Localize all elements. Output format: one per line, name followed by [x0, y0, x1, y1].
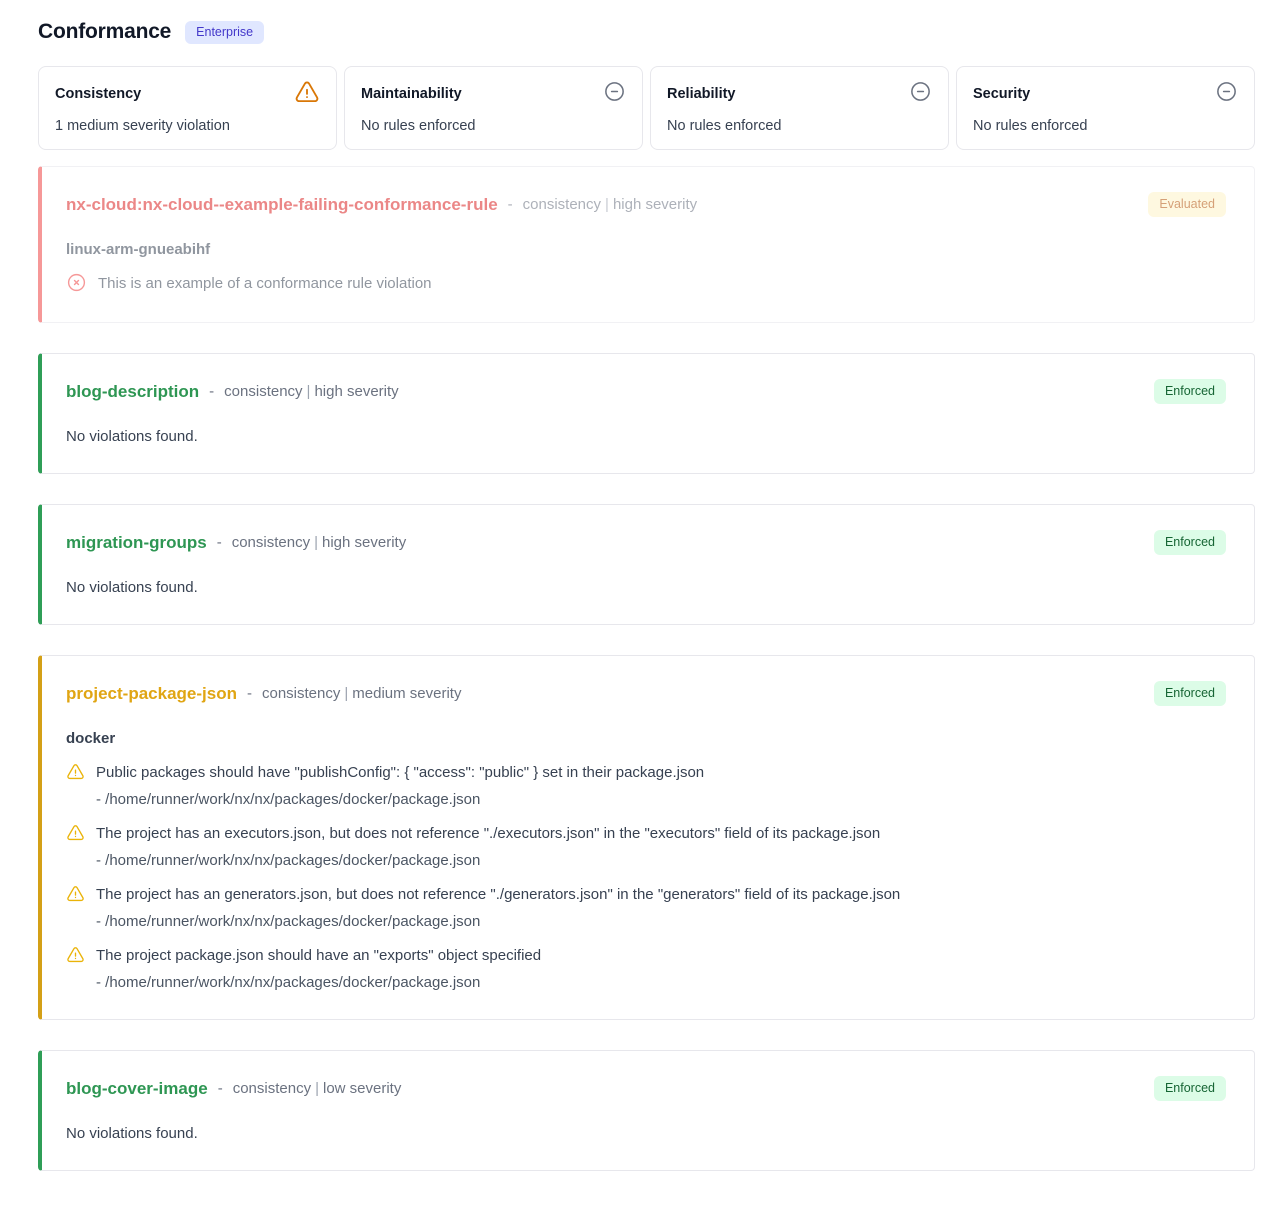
evaluated-badge: Evaluated	[1148, 192, 1226, 217]
rule-category: consistency	[262, 685, 340, 702]
rule-severity: medium severity	[352, 685, 461, 702]
enterprise-badge: Enterprise	[185, 21, 264, 44]
violation-line: The project package.json should have an …	[66, 945, 1226, 966]
violation-line: The project has an generators.json, but …	[66, 884, 1226, 905]
warning-triangle-icon	[294, 80, 320, 106]
rule-name-link[interactable]: blog-description	[66, 382, 199, 402]
violation-path: - /home/runner/work/nx/nx/packages/docke…	[96, 852, 1226, 869]
violation-path: - /home/runner/work/nx/nx/packages/docke…	[96, 913, 1226, 930]
summary-card-status: No rules enforced	[667, 118, 932, 134]
violation-line: Public packages should have "publishConf…	[66, 762, 1226, 783]
rule-pipe: |	[340, 685, 352, 702]
summary-card-status: 1 medium severity violation	[55, 118, 320, 134]
warning-triangle-icon	[66, 763, 85, 782]
enforced-badge: Enforced	[1154, 681, 1226, 706]
summary-card-head: Security	[973, 80, 1238, 103]
summary-card-title: Maintainability	[361, 80, 462, 102]
rule-name-link[interactable]: blog-cover-image	[66, 1079, 208, 1099]
summary-grid: Consistency 1 medium severity violation …	[38, 66, 1255, 150]
rule-pipe: |	[310, 534, 322, 551]
rule-card-project-package-json: project-package-json - consistency|mediu…	[38, 655, 1255, 1020]
warning-triangle-icon	[66, 946, 85, 965]
rule-category: consistency	[224, 383, 302, 400]
rule-card-blog-description: blog-description - consistency|high seve…	[38, 353, 1255, 474]
rule-meta: consistency|high severity	[523, 196, 698, 213]
rule-head: migration-groups - consistency|high seve…	[66, 530, 1226, 555]
rule-separator: -	[508, 196, 513, 213]
rule-meta: consistency|low severity	[233, 1080, 402, 1097]
summary-card-title: Reliability	[667, 80, 736, 102]
rule-separator: -	[218, 1080, 223, 1097]
violation-line: This is an example of a conformance rule…	[66, 273, 1226, 294]
rule-head: project-package-json - consistency|mediu…	[66, 681, 1226, 706]
rule-body: No violations found.	[66, 428, 1226, 445]
violation-message: The project package.json should have an …	[96, 945, 541, 966]
minus-circle-icon	[909, 80, 932, 103]
rule-pipe: |	[601, 196, 613, 213]
rule-severity: high severity	[613, 196, 697, 213]
minus-circle-icon	[1215, 80, 1238, 103]
rule-meta: consistency|high severity	[224, 383, 399, 400]
project-name: linux-arm-gnueabihf	[66, 241, 1226, 258]
summary-card-reliability: Reliability No rules enforced	[650, 66, 949, 150]
rule-name-link[interactable]: nx-cloud:nx-cloud--example-failing-confo…	[66, 195, 498, 215]
violation-path: - /home/runner/work/nx/nx/packages/docke…	[96, 974, 1226, 991]
rule-severity: low severity	[323, 1080, 401, 1097]
rule-body: No violations found.	[66, 1125, 1226, 1142]
summary-card-title: Security	[973, 80, 1030, 102]
summary-card-consistency: Consistency 1 medium severity violation	[38, 66, 337, 150]
rule-pipe: |	[303, 383, 315, 400]
rule-head: blog-cover-image - consistency|low sever…	[66, 1076, 1226, 1101]
project-name: docker	[66, 730, 1226, 747]
rule-separator: -	[209, 383, 214, 400]
rules-list: nx-cloud:nx-cloud--example-failing-confo…	[38, 166, 1255, 1171]
violation-message: Public packages should have "publishConf…	[96, 762, 704, 783]
rule-meta: consistency|medium severity	[262, 685, 461, 702]
rule-separator: -	[217, 534, 222, 551]
summary-card-head: Consistency	[55, 80, 320, 106]
rule-card-blog-cover-image: blog-cover-image - consistency|low sever…	[38, 1050, 1255, 1171]
violation-message: This is an example of a conformance rule…	[98, 273, 432, 294]
page-title: Conformance	[38, 20, 171, 44]
summary-card-status: No rules enforced	[973, 118, 1238, 134]
rule-head: nx-cloud:nx-cloud--example-failing-confo…	[66, 192, 1226, 217]
rule-body: No violations found.	[66, 579, 1226, 596]
minus-circle-icon	[603, 80, 626, 103]
violation-line: The project has an executors.json, but d…	[66, 823, 1226, 844]
rule-head: blog-description - consistency|high seve…	[66, 379, 1226, 404]
rule-category: consistency	[233, 1080, 311, 1097]
rule-card-migration-groups: migration-groups - consistency|high seve…	[38, 504, 1255, 625]
enforced-badge: Enforced	[1154, 530, 1226, 555]
rule-category: consistency	[232, 534, 310, 551]
rule-name-link[interactable]: migration-groups	[66, 533, 207, 553]
violation-message: The project has an executors.json, but d…	[96, 823, 880, 844]
conformance-page: Conformance Enterprise Consistency 1 med…	[0, 0, 1287, 1211]
enforced-badge: Enforced	[1154, 1076, 1226, 1101]
rule-card-example-failing: nx-cloud:nx-cloud--example-failing-confo…	[38, 166, 1255, 323]
violation-path: - /home/runner/work/nx/nx/packages/docke…	[96, 791, 1226, 808]
rule-severity: high severity	[314, 383, 398, 400]
rule-pipe: |	[311, 1080, 323, 1097]
rule-meta: consistency|high severity	[232, 534, 407, 551]
page-header: Conformance Enterprise	[38, 20, 1255, 44]
enforced-badge: Enforced	[1154, 379, 1226, 404]
summary-card-head: Maintainability	[361, 80, 626, 103]
warning-triangle-icon	[66, 885, 85, 904]
summary-card-title: Consistency	[55, 80, 141, 102]
warning-triangle-icon	[66, 824, 85, 843]
x-circle-icon	[66, 272, 87, 293]
rule-category: consistency	[523, 196, 601, 213]
rule-severity: high severity	[322, 534, 406, 551]
summary-card-head: Reliability	[667, 80, 932, 103]
rule-name-link[interactable]: project-package-json	[66, 684, 237, 704]
summary-card-maintainability: Maintainability No rules enforced	[344, 66, 643, 150]
summary-card-status: No rules enforced	[361, 118, 626, 134]
violation-message: The project has an generators.json, but …	[96, 884, 900, 905]
summary-card-security: Security No rules enforced	[956, 66, 1255, 150]
rule-separator: -	[247, 685, 252, 702]
